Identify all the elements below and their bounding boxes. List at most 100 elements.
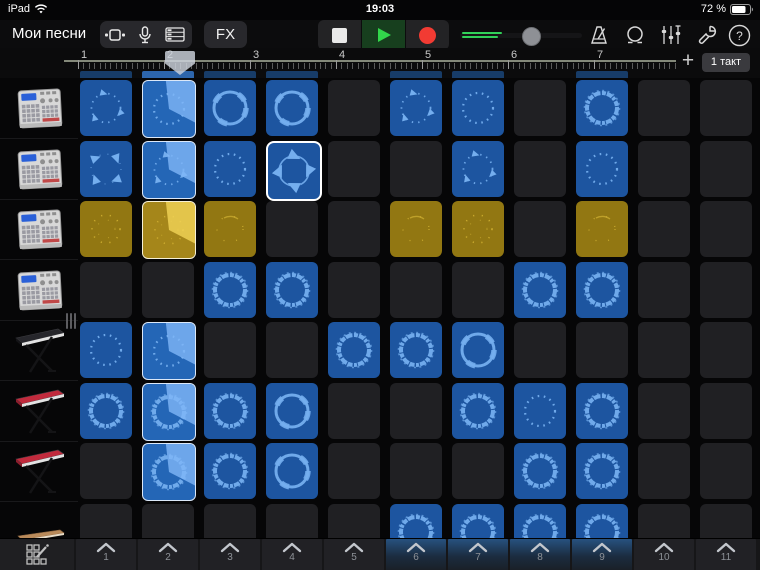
wrench-icon[interactable] [694, 22, 720, 48]
loop-cell[interactable] [266, 382, 318, 439]
loop-cell-empty[interactable] [204, 503, 256, 538]
instrument-keyboard-black[interactable] [0, 322, 78, 381]
my-songs-button[interactable]: Мои песни [12, 25, 86, 42]
loop-cell[interactable] [576, 382, 628, 439]
loop-cell-empty[interactable] [452, 443, 504, 499]
stop-button[interactable] [318, 20, 361, 50]
loop-cell[interactable] [142, 322, 196, 380]
loop-cell[interactable] [514, 443, 566, 499]
loop-cell[interactable] [390, 80, 442, 136]
loop-cell-empty[interactable] [638, 503, 690, 538]
loop-cell[interactable] [452, 80, 504, 136]
loop-cell-empty[interactable] [638, 322, 690, 378]
loop-cell[interactable] [576, 261, 628, 318]
loop-cell-empty[interactable] [700, 503, 752, 538]
edit-cells-button[interactable] [0, 539, 74, 570]
row-resize-handle[interactable] [66, 312, 78, 330]
loop-cell-empty[interactable] [390, 443, 442, 499]
loop-cell-empty[interactable] [328, 261, 380, 318]
loop-cell-empty[interactable] [452, 261, 504, 318]
play-button[interactable] [362, 20, 405, 50]
column-trigger-1[interactable]: 1 [76, 539, 136, 570]
loop-cell[interactable] [80, 80, 132, 136]
loop-cell-empty[interactable] [266, 503, 318, 538]
fx-button[interactable]: FX [204, 21, 247, 48]
microphone-icon[interactable] [130, 21, 160, 48]
loop-cell-empty[interactable] [390, 261, 442, 318]
column-trigger-7[interactable]: 7 [448, 539, 508, 570]
loop-cell-empty[interactable] [80, 261, 132, 318]
loop-cell[interactable] [390, 503, 442, 538]
instrument-drum-machine[interactable] [0, 80, 78, 139]
record-button[interactable] [406, 20, 449, 50]
loop-cell-empty[interactable] [328, 140, 380, 197]
column-trigger-3[interactable]: 3 [200, 539, 260, 570]
instrument-keyboard-tan[interactable] [0, 504, 78, 538]
loop-cell-empty[interactable] [390, 382, 442, 439]
loop-cell-empty[interactable] [700, 80, 752, 136]
loop-cell-empty[interactable] [700, 382, 752, 439]
column-trigger-11[interactable]: 11 [696, 539, 756, 570]
loop-cell[interactable] [204, 80, 256, 136]
loop-cell[interactable] [80, 322, 132, 378]
loop-cell-empty[interactable] [514, 80, 566, 136]
loop-cell-empty[interactable] [328, 201, 380, 257]
loop-cell-empty[interactable] [700, 443, 752, 499]
loop-cell[interactable] [80, 201, 132, 257]
loop-cell[interactable] [266, 443, 318, 499]
loop-cell[interactable] [204, 261, 256, 318]
column-trigger-6[interactable]: 6 [386, 539, 446, 570]
loop-cell[interactable] [142, 382, 196, 441]
column-trigger-4[interactable]: 4 [262, 539, 322, 570]
loop-cell-empty[interactable] [638, 201, 690, 257]
loop-cell[interactable] [452, 140, 504, 197]
loop-cell[interactable] [390, 201, 442, 257]
loop-cell-empty[interactable] [80, 503, 132, 538]
loop-cell[interactable] [204, 382, 256, 439]
loop-cell-empty[interactable] [700, 322, 752, 378]
loop-cell[interactable] [204, 443, 256, 499]
column-trigger-5[interactable]: 5 [324, 539, 384, 570]
instrument-drum-machine[interactable] [0, 141, 78, 200]
loop-cell[interactable] [576, 140, 628, 197]
instrument-drum-machine[interactable] [0, 201, 78, 260]
loop-cell-empty[interactable] [328, 443, 380, 499]
loop-cell-empty[interactable] [514, 201, 566, 257]
loop-cell-empty[interactable] [638, 382, 690, 439]
loop-cell-empty[interactable] [638, 80, 690, 136]
loop-cell[interactable] [390, 322, 442, 378]
loop-cell[interactable] [452, 382, 504, 439]
loop-cell[interactable] [266, 261, 318, 318]
loop-cell-empty[interactable] [142, 261, 194, 318]
loop-cell[interactable] [142, 443, 196, 501]
loop-cell[interactable] [576, 201, 628, 257]
loop-cell[interactable] [514, 503, 566, 538]
loop-cell-empty[interactable] [204, 322, 256, 378]
loop-cell[interactable] [452, 322, 504, 378]
timeline-ruler[interactable]: 1234567 + 1 такт [0, 48, 760, 78]
loop-cell[interactable] [576, 443, 628, 499]
loop-cell[interactable] [266, 80, 318, 136]
loop-cell[interactable] [576, 503, 628, 538]
volume-knob[interactable] [522, 27, 541, 46]
column-trigger-10[interactable]: 10 [634, 539, 694, 570]
loop-cell[interactable] [328, 322, 380, 378]
loop-cell[interactable] [142, 80, 196, 138]
loop-cell-empty[interactable] [638, 443, 690, 499]
loop-cell-empty[interactable] [328, 503, 380, 538]
loop-cell-empty[interactable] [700, 201, 752, 257]
column-trigger-8[interactable]: 8 [510, 539, 570, 570]
volume-slider[interactable] [460, 27, 582, 46]
loop-cell[interactable] [266, 140, 322, 201]
loop-cell-empty[interactable] [142, 503, 194, 538]
loop-cell[interactable] [80, 140, 132, 197]
loop-cell[interactable] [452, 201, 504, 257]
loop-cell-empty[interactable] [700, 140, 752, 197]
loop-cell[interactable] [142, 201, 196, 259]
instrument-keyboard-red[interactable] [0, 383, 78, 442]
metronome-icon[interactable] [586, 22, 612, 48]
loop-cell-empty[interactable] [514, 140, 566, 197]
loop-cell[interactable] [80, 382, 132, 439]
live-loops-grid-icon[interactable] [100, 21, 130, 48]
instrument-keyboard-red[interactable] [0, 443, 78, 502]
